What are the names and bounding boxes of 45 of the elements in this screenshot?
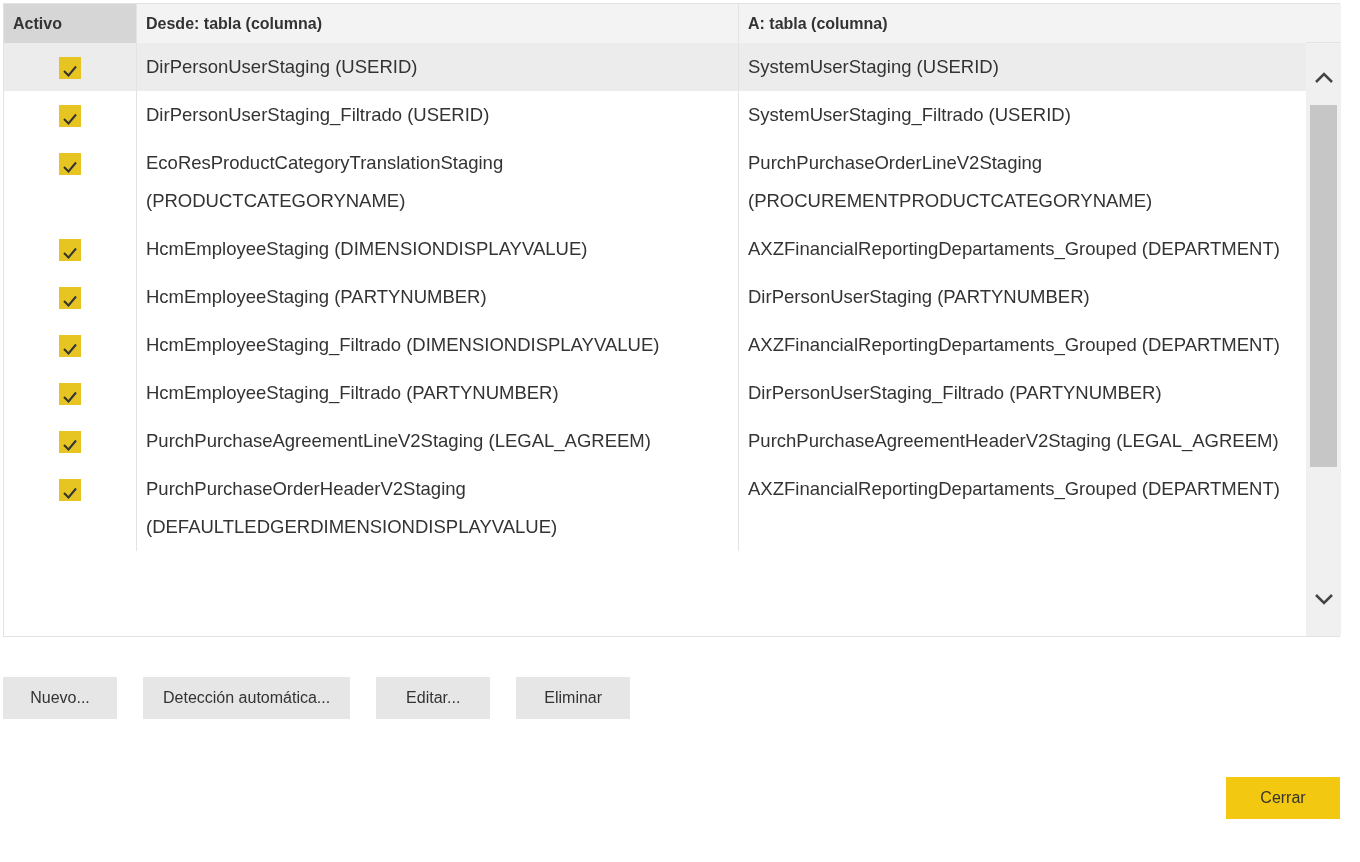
table-cell: HcmEmployeeStaging (PARTYNUMBER)	[136, 273, 738, 321]
table-row[interactable]: DirPersonUserStaging (USERID) SystemUserStaging (USERID)	[4, 43, 1306, 91]
close-button[interactable]: Cerrar	[1226, 777, 1340, 819]
scrollbar-thumb[interactable]	[1310, 105, 1337, 467]
action-button[interactable]: Editar...	[376, 677, 491, 719]
column-header[interactable]: Desde: tabla (columna)	[136, 4, 738, 44]
checkbox[interactable]	[59, 431, 81, 453]
table-row[interactable]: PurchPurchaseAgreementLineV2Staging (LEGAL_AGREEM) PurchPurchaseAgreementHeaderV2Staging (LEGAL_AGREEM)	[4, 417, 1306, 465]
table-cell: HcmEmployeeStaging (DIMENSIONDISPLAYVALUE)	[136, 225, 738, 273]
checkbox[interactable]	[59, 153, 81, 175]
action-button[interactable]: Nuevo...	[3, 677, 117, 719]
check-icon	[63, 247, 77, 259]
checkbox[interactable]	[59, 287, 81, 309]
check-icon	[63, 391, 77, 403]
checkbox[interactable]	[59, 105, 81, 127]
table-row[interactable]: HcmEmployeeStaging_Filtrado (DIMENSIONDISPLAYVALUE) AXZFinancialReportingDepartaments_Grouped (DEPARTMENT)	[4, 321, 1306, 369]
table-cell: EcoResProductCategoryTranslationStaging (PRODUCTCATEGORYNAME)	[136, 139, 738, 225]
check-icon	[63, 113, 77, 125]
column-header[interactable]: A: tabla (columna)	[738, 4, 1306, 44]
check-icon	[63, 439, 77, 451]
action-button[interactable]: Detección automática...	[143, 677, 351, 719]
table-cell: HcmEmployeeStaging_Filtrado (DIMENSIONDISPLAYVALUE)	[136, 321, 738, 369]
checkbox[interactable]	[59, 383, 81, 405]
scrollbar[interactable]	[1306, 43, 1341, 636]
table-cell: HcmEmployeeStaging_Filtrado (PARTYNUMBER)	[136, 369, 738, 417]
table-cell: DirPersonUserStaging (USERID)	[136, 43, 738, 91]
action-button[interactable]: Eliminar	[516, 677, 631, 719]
table-row[interactable]: HcmEmployeeStaging_Filtrado (PARTYNUMBER) DirPersonUserStaging_Filtrado (PARTYNUMBER)	[4, 369, 1306, 417]
check-icon	[63, 295, 77, 307]
checkbox[interactable]	[59, 479, 81, 501]
table-cell: PurchPurchaseAgreementLineV2Staging (LEGAL_AGREEM)	[136, 417, 738, 465]
check-icon	[63, 343, 77, 355]
check-icon	[63, 65, 77, 77]
checkbox[interactable]	[59, 239, 81, 261]
table-row[interactable]: HcmEmployeeStaging (DIMENSIONDISPLAYVALUE) AXZFinancialReportingDepartaments_Grouped (DEPARTMENT)	[4, 225, 1306, 273]
table-row[interactable]: HcmEmployeeStaging (PARTYNUMBER) DirPersonUserStaging (PARTYNUMBER)	[4, 273, 1306, 321]
column-header[interactable]: Activo	[4, 4, 136, 44]
table-cell: PurchPurchaseOrderHeaderV2Staging (DEFAULTLEDGERDIMENSIONDISPLAYVALUE)	[136, 465, 738, 551]
check-icon	[63, 487, 77, 499]
table-cell: DirPersonUserStaging_Filtrado (USERID)	[136, 91, 738, 139]
table-row[interactable]: DirPersonUserStaging_Filtrado (USERID) SystemUserStaging_Filtrado (USERID)	[4, 91, 1306, 139]
check-icon	[63, 161, 77, 173]
checkbox[interactable]	[59, 335, 81, 357]
chevron-down-icon[interactable]	[1312, 592, 1335, 606]
checkbox[interactable]	[59, 57, 81, 79]
